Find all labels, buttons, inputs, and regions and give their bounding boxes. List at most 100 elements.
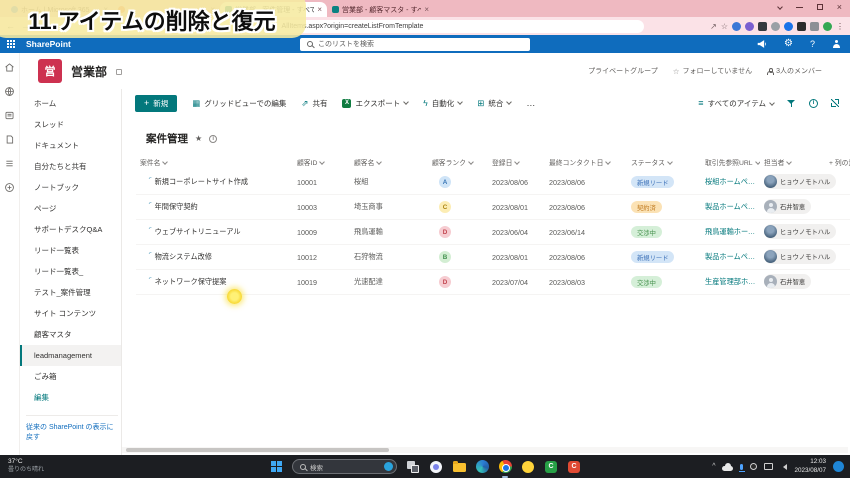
monitor-icon[interactable]	[764, 463, 774, 470]
file-explorer-icon[interactable]	[452, 460, 466, 474]
owner-chip[interactable]: ヒョウノモトハル	[764, 249, 837, 264]
nav-item[interactable]: ごみ箱	[20, 366, 121, 387]
site-logo[interactable]: 営	[38, 59, 62, 83]
account-icon[interactable]	[832, 40, 840, 48]
command-item[interactable]: ϟ 自動化	[423, 98, 464, 109]
document-icon[interactable]	[4, 134, 15, 145]
tab-close-icon[interactable]: ×	[424, 5, 429, 14]
column-header[interactable]: 案件名	[136, 157, 293, 167]
megaphone-icon[interactable]	[757, 39, 767, 49]
list-icon[interactable]	[4, 158, 15, 169]
owner-chip[interactable]: ヒョウノモトハル	[764, 174, 837, 189]
command-item[interactable]: ⇗ 共有	[301, 98, 327, 109]
column-header[interactable]: 取引先参照URL	[701, 157, 760, 167]
notification-icon[interactable]	[833, 461, 844, 472]
owner-chip[interactable]: 石井智恵	[764, 274, 812, 289]
list-search-input[interactable]: このリストを検索	[300, 37, 530, 51]
extension-blue-icon[interactable]	[784, 21, 793, 31]
app-launcher-icon[interactable]	[7, 40, 15, 48]
menu-kebab-icon[interactable]: ⋮	[836, 22, 844, 31]
side-panel-icon[interactable]	[810, 21, 819, 31]
chevron-up-icon[interactable]: ^	[712, 463, 715, 470]
help-icon[interactable]: ?	[810, 39, 815, 49]
cell-case-name[interactable]: ↗ ネットワーク保守提案	[136, 277, 293, 287]
profile-avatar[interactable]	[823, 21, 832, 31]
nav-item[interactable]: リード一覧表	[20, 240, 121, 261]
column-header[interactable]: 担当者	[760, 157, 825, 167]
app-red-c-icon[interactable]: C	[567, 460, 581, 474]
owner-chip[interactable]: 石井智恵	[764, 199, 812, 214]
site-name[interactable]: 営業部	[71, 63, 107, 80]
more-commands-button[interactable]: …	[526, 98, 536, 108]
cell-case-name[interactable]: ↗ ウェブサイトリニューアル	[136, 227, 293, 237]
nav-item[interactable]: 顧客マスタ	[20, 324, 121, 345]
nav-item[interactable]: テスト_案件管理	[20, 282, 121, 303]
account-reference-link[interactable]: 製品ホームページ	[701, 202, 760, 212]
start-button[interactable]	[269, 460, 283, 474]
scrollbar-thumb[interactable]	[126, 448, 389, 452]
column-header[interactable]: 顧客ID	[293, 157, 350, 167]
column-header[interactable]: + 列の追加	[825, 157, 850, 167]
follow-button[interactable]: ☆ フォローしていません	[673, 66, 752, 76]
extension-u-icon[interactable]	[771, 21, 780, 31]
account-reference-link[interactable]: 製品ホームページ	[701, 252, 760, 262]
app-yellow-icon[interactable]	[521, 460, 535, 474]
cell-case-name[interactable]: ↗ 物流システム改修	[136, 252, 293, 262]
nav-item[interactable]: 自分たちと共有	[20, 156, 121, 177]
table-row[interactable]: ↗ 年間保守契約 10003 埼玉商事 C 2023/08/01 2023/08/…	[136, 195, 850, 220]
share-icon[interactable]: ↗	[710, 22, 717, 31]
close-button[interactable]: ×	[837, 2, 842, 12]
bookmark-star-icon[interactable]: ☆	[721, 22, 728, 31]
fullscreen-icon[interactable]	[831, 99, 839, 107]
extension-dark-icon[interactable]	[758, 21, 767, 31]
table-row[interactable]: ↗ ネットワーク保守提案 10019 光速配達 D 2023/07/04 2023…	[136, 270, 850, 295]
chrome-icon[interactable]	[498, 460, 512, 478]
nav-item[interactable]: リード一覧表_	[20, 261, 121, 282]
news-icon[interactable]	[4, 110, 15, 121]
horizontal-scrollbar[interactable]	[122, 447, 848, 453]
column-header[interactable]: 顧客ランク	[428, 157, 488, 167]
tab-close-icon[interactable]: ×	[317, 5, 322, 14]
mic-extension-icon[interactable]	[732, 21, 741, 31]
extension-purple-icon[interactable]	[745, 21, 754, 31]
extensions-puzzle-icon[interactable]	[797, 21, 806, 31]
filter-icon[interactable]	[787, 99, 796, 108]
command-item[interactable]: X エクスポート	[342, 98, 410, 109]
nav-item[interactable]: ホーム	[20, 93, 121, 114]
maximize-button[interactable]	[816, 4, 823, 10]
nav-item[interactable]: スレッド	[20, 114, 121, 135]
account-reference-link[interactable]: 桜組ホームページ	[701, 177, 760, 187]
nav-item[interactable]: ドキュメント	[20, 135, 121, 156]
info-icon[interactable]: i	[809, 98, 818, 108]
record-icon[interactable]	[750, 463, 758, 470]
nav-item[interactable]: ページ	[20, 198, 121, 219]
nav-item[interactable]: サイト コンテンツ	[20, 303, 121, 324]
column-header[interactable]: ステータス	[627, 157, 701, 167]
speaker-icon[interactable]	[780, 463, 788, 470]
account-reference-link[interactable]: 生産管理部ホームペー	[701, 277, 760, 287]
weather-widget[interactable]: 37°C 曇りのち晴れ	[0, 458, 44, 474]
favorite-star-icon[interactable]: ★	[195, 134, 202, 143]
view-selector[interactable]: ≡ すべてのアイテム	[698, 98, 775, 109]
classic-sharepoint-link[interactable]: 従来の SharePoint の表示に戻す	[26, 415, 118, 442]
owner-chip[interactable]: ヒョウノモトハル	[764, 224, 837, 239]
gear-icon[interactable]: ⚙	[784, 39, 793, 49]
nav-item[interactable]: leadmanagement	[20, 345, 121, 366]
nav-item[interactable]: サポートデスクQ&A	[20, 219, 121, 240]
app-green-c-icon[interactable]: C	[544, 460, 558, 474]
cell-case-name[interactable]: ↗ 新規コーポレートサイト作成	[136, 177, 293, 187]
home-icon[interactable]	[4, 62, 15, 73]
column-header[interactable]: 登録日	[488, 157, 545, 167]
nav-item[interactable]: 編集	[20, 387, 121, 408]
browser-tab[interactable]: 営業部 - 顧客マスタ - すべてのアイテ ×	[327, 2, 434, 17]
table-row[interactable]: ↗ 物流システム改修 10012 石狩物流 B 2023/08/01 2023/0…	[136, 245, 850, 270]
list-info-icon[interactable]: i	[209, 134, 218, 143]
create-plus-icon[interactable]	[4, 182, 15, 193]
edge-icon[interactable]	[475, 460, 489, 474]
suite-brand[interactable]: SharePoint	[26, 39, 71, 49]
column-header[interactable]: 最終コンタクト日	[545, 157, 627, 167]
command-item[interactable]: ⊞ 統合	[477, 98, 513, 109]
onedrive-cloud-icon[interactable]	[722, 462, 734, 471]
table-row[interactable]: ↗ 新規コーポレートサイト作成 10001 桜組 A 2023/08/06 202…	[136, 170, 850, 195]
task-view-icon[interactable]	[406, 460, 420, 474]
